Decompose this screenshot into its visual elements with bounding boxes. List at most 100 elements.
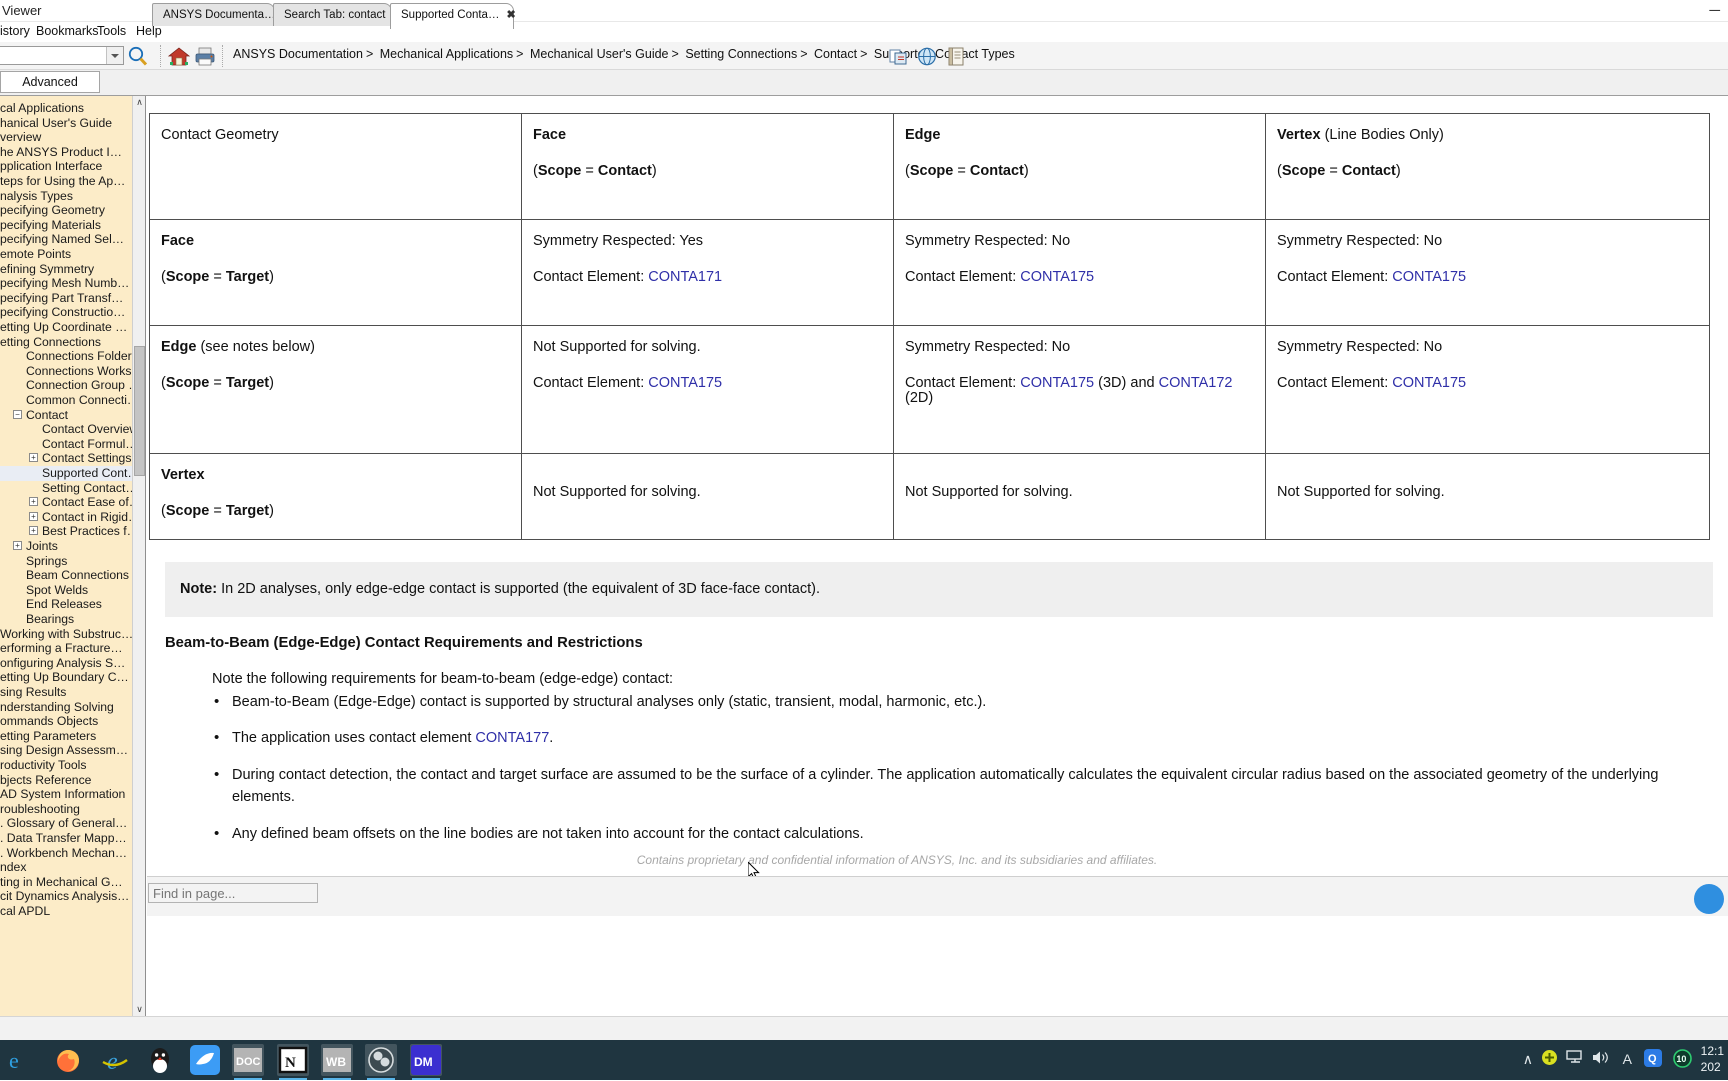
tree-item[interactable]: +Joints bbox=[0, 539, 132, 554]
tree-item[interactable]: cit Dynamics Analysis… bbox=[0, 889, 132, 904]
taskbar-app-firefox-icon[interactable] bbox=[52, 1044, 84, 1076]
tree-item[interactable]: ommands Objects bbox=[0, 714, 132, 729]
tree-item[interactable]: roubleshooting bbox=[0, 802, 132, 817]
doc-tab-ansys-documentation[interactable]: ANSYS Documenta…✖ bbox=[152, 3, 275, 26]
help-fab-button[interactable] bbox=[1694, 884, 1724, 914]
tree-item[interactable]: pecifying Constructio… bbox=[0, 305, 132, 320]
tree-item[interactable]: roductivity Tools bbox=[0, 758, 132, 773]
tree-item[interactable]: nderstanding Solving bbox=[0, 700, 132, 715]
tree-item[interactable]: . Data Transfer Mapp… bbox=[0, 831, 132, 846]
doc-tab-search-contact[interactable]: Search Tab: contact✖ bbox=[273, 3, 392, 26]
tree-item[interactable]: teps for Using the Ap… bbox=[0, 174, 132, 189]
home-icon[interactable] bbox=[168, 46, 190, 67]
taskbar-app-obs-icon[interactable] bbox=[365, 1044, 397, 1076]
taskbar-app-dove-icon[interactable] bbox=[189, 1044, 221, 1076]
tree-item[interactable]: +Contact Ease of… bbox=[0, 495, 132, 510]
copy-icon[interactable] bbox=[888, 46, 910, 67]
tree-item[interactable]: Contact Formul… bbox=[0, 437, 132, 452]
menu-item-history[interactable]: istory bbox=[0, 24, 30, 38]
tree-item[interactable]: Bearings bbox=[0, 612, 132, 627]
window-minimize-button[interactable]: ─ bbox=[1709, 2, 1722, 19]
tree-item[interactable]: Working with Substruc… bbox=[0, 627, 132, 642]
globe-icon[interactable] bbox=[916, 46, 938, 67]
element-link[interactable]: CONTA175 bbox=[648, 375, 722, 391]
tree-item[interactable]: etting Up Boundary C… bbox=[0, 670, 132, 685]
tree-item[interactable]: nalysis Types bbox=[0, 189, 132, 204]
network-icon[interactable] bbox=[1566, 1050, 1584, 1068]
tree-scrollbar-thumb[interactable] bbox=[134, 346, 145, 476]
print-icon[interactable] bbox=[194, 46, 216, 67]
tree-item[interactable]: +Contact in Rigid… bbox=[0, 510, 132, 525]
tree-item[interactable]: +Best Practices f… bbox=[0, 524, 132, 539]
taskbar-app-internet-explorer-icon[interactable]: e bbox=[99, 1044, 131, 1076]
taskbar-app-dm-icon[interactable]: DM bbox=[410, 1044, 442, 1076]
tree-scrollbar[interactable]: ∧ ∨ bbox=[132, 96, 145, 1018]
tree-item[interactable]: emote Points bbox=[0, 247, 132, 262]
tree-item[interactable]: pecifying Named Sel… bbox=[0, 232, 132, 247]
tree-expand-icon[interactable]: + bbox=[29, 453, 38, 462]
navigation-tree[interactable]: cal Applicationshanical User's Guideverv… bbox=[0, 96, 146, 1018]
tree-expand-icon[interactable]: + bbox=[29, 526, 38, 535]
tree-item[interactable]: . Workbench Mechan… bbox=[0, 846, 132, 861]
tree-item[interactable]: erforming a Fracture… bbox=[0, 641, 132, 656]
tree-item[interactable]: etting Up Coordinate … bbox=[0, 320, 132, 335]
tree-item[interactable]: Common Connecti… bbox=[0, 393, 132, 408]
tree-item[interactable]: sing Design Assessm… bbox=[0, 743, 132, 758]
close-icon[interactable]: ✖ bbox=[506, 9, 515, 21]
tree-item[interactable]: . Glossary of General… bbox=[0, 816, 132, 831]
tree-item[interactable]: −Contact bbox=[0, 408, 132, 423]
qq-tray-icon[interactable]: Q bbox=[1644, 1049, 1662, 1070]
menu-item-help[interactable]: Help bbox=[136, 24, 162, 38]
tree-expand-icon[interactable]: + bbox=[13, 541, 22, 550]
element-link[interactable]: CONTA175 bbox=[1020, 375, 1094, 391]
tree-item[interactable]: Connections Works… bbox=[0, 364, 132, 379]
search-icon[interactable] bbox=[126, 45, 150, 69]
find-in-page-input[interactable] bbox=[148, 883, 318, 903]
security-icon[interactable]: 10 bbox=[1673, 1049, 1692, 1071]
tree-item[interactable]: Beam Connections bbox=[0, 568, 132, 583]
element-link[interactable]: CONTA171 bbox=[648, 269, 722, 285]
tree-expand-icon[interactable]: + bbox=[29, 497, 38, 506]
tree-item[interactable]: Contact Overview bbox=[0, 422, 132, 437]
doc-tab-supported-contact[interactable]: Supported Conta…✖ bbox=[390, 3, 514, 29]
menu-item-tools[interactable]: Tools bbox=[97, 24, 126, 38]
scroll-up-icon[interactable]: ∧ bbox=[134, 97, 145, 110]
breadcrumb-item-0[interactable]: ANSYS Documentation bbox=[233, 47, 363, 61]
tree-item[interactable]: Connection Group … bbox=[0, 378, 132, 393]
book-icon[interactable] bbox=[945, 46, 967, 67]
tree-item[interactable]: AD System Information bbox=[0, 787, 132, 802]
tree-item[interactable]: etting Connections bbox=[0, 335, 132, 350]
taskbar-app-doc-icon[interactable]: DOC bbox=[232, 1044, 264, 1076]
tree-item[interactable]: pplication Interface bbox=[0, 159, 132, 174]
tree-item[interactable]: efining Symmetry bbox=[0, 262, 132, 277]
tree-item[interactable]: Springs bbox=[0, 554, 132, 569]
element-link[interactable]: CONTA172 bbox=[1159, 375, 1233, 391]
advanced-search-button[interactable]: Advanced Search bbox=[0, 71, 100, 93]
tree-item[interactable]: he ANSYS Product I… bbox=[0, 145, 132, 160]
tree-item[interactable]: ndex bbox=[0, 860, 132, 875]
tree-item[interactable]: Setting Contact… bbox=[0, 481, 132, 496]
volume-icon[interactable] bbox=[1592, 1050, 1610, 1068]
update-icon[interactable] bbox=[1541, 1049, 1558, 1069]
tree-item[interactable]: onfiguring Analysis S… bbox=[0, 656, 132, 671]
menu-item-bookmarks[interactable]: Bookmarks bbox=[36, 24, 99, 38]
tree-item[interactable]: pecifying Geometry bbox=[0, 203, 132, 218]
element-link[interactable]: CONTA175 bbox=[1020, 269, 1094, 285]
chevron-down-icon[interactable] bbox=[106, 47, 123, 64]
tree-collapse-icon[interactable]: − bbox=[13, 410, 22, 419]
search-input-wrapper[interactable] bbox=[0, 46, 124, 65]
taskbar-app-wb-icon[interactable]: WB bbox=[321, 1044, 353, 1076]
breadcrumb-item-1[interactable]: Mechanical Applications bbox=[380, 47, 513, 61]
tree-expand-icon[interactable]: + bbox=[29, 512, 38, 521]
tree-item[interactable]: pecifying Part Transf… bbox=[0, 291, 132, 306]
element-link[interactable]: CONTA177 bbox=[475, 730, 549, 746]
taskbar-app-edge-icon[interactable]: e bbox=[0, 1044, 32, 1076]
tree-item[interactable]: sing Results bbox=[0, 685, 132, 700]
tree-item[interactable]: End Releases bbox=[0, 597, 132, 612]
taskbar-app-qq-icon[interactable] bbox=[144, 1044, 176, 1076]
tree-item[interactable]: pecifying Mesh Numb… bbox=[0, 276, 132, 291]
tree-item[interactable]: ting in Mechanical G… bbox=[0, 875, 132, 890]
tree-item[interactable]: pecifying Materials bbox=[0, 218, 132, 233]
tree-item[interactable]: bjects Reference bbox=[0, 773, 132, 788]
tree-item[interactable]: cal Applications bbox=[0, 101, 132, 116]
